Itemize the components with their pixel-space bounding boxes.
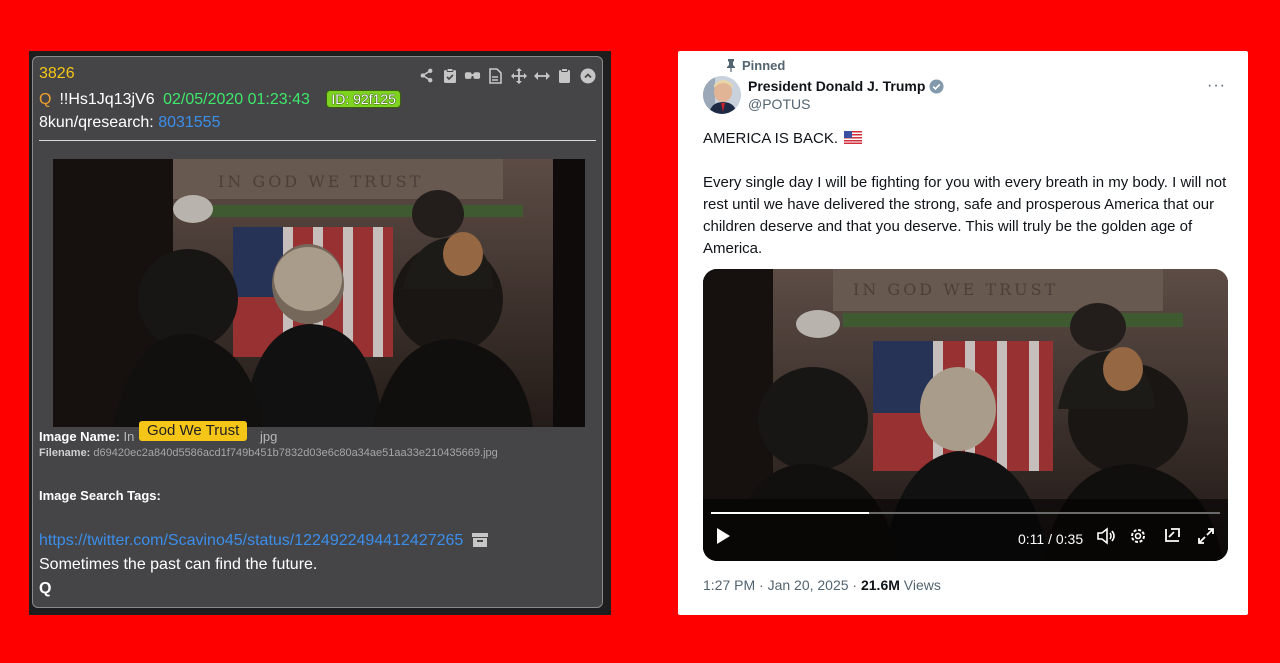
tweet-headline: AMERICA IS BACK. <box>703 130 839 147</box>
archive-icon[interactable] <box>472 533 488 547</box>
author-name[interactable]: President Donald J. Trump <box>748 78 925 94</box>
more-options-icon[interactable]: ··· <box>1207 77 1226 95</box>
divider <box>39 140 596 141</box>
q-post-header: Q !!Hs1Jq13jV6 02/05/2020 01:23:43 ID: 92… <box>39 90 401 109</box>
tweet-line-1: AMERICA IS BACK. <box>703 128 1233 150</box>
share-icon[interactable] <box>418 67 435 84</box>
clipboard-icon[interactable] <box>556 67 573 84</box>
post-id-badge[interactable]: ID: 92f125 <box>326 90 401 108</box>
q-post-toolbar <box>418 67 596 84</box>
post-message: Sometimes the past can find the future. <box>39 556 318 573</box>
video-progress-fill <box>711 512 869 514</box>
author-handle[interactable]: @POTUS <box>748 96 810 112</box>
glasses-icon[interactable] <box>464 67 481 84</box>
tweet-text: AMERICA IS BACK. Every single day I will… <box>703 128 1233 282</box>
video-time: 0:11 / 0:35 <box>1018 531 1084 547</box>
q-post-card: 3826 Q !!Hs1Jq13jV6 02/05/2020 01:23:43 I… <box>32 56 603 608</box>
fullscreen-icon[interactable] <box>1197 527 1215 550</box>
play-icon[interactable] <box>715 527 731 550</box>
video-progress-bar[interactable] <box>711 512 1220 514</box>
filename-line: Filename: d69420ec2a840d5586acd1f749b451… <box>39 447 498 459</box>
tweet-card: Pinned President Donald J. Trump @POTUS … <box>678 51 1248 615</box>
views-count: 21.6M <box>860 577 900 593</box>
document-icon[interactable] <box>487 67 504 84</box>
filename-label: Filename: <box>39 447 91 459</box>
settings-gear-icon[interactable] <box>1129 527 1147 550</box>
board-name: 8kun/qresearch: <box>39 114 154 131</box>
picture-in-picture-icon[interactable] <box>1163 527 1181 550</box>
views-label: Views <box>899 577 941 593</box>
volume-icon[interactable] <box>1096 527 1116 550</box>
tripcode: !!Hs1Jq13jV6 <box>59 91 155 108</box>
video-player[interactable]: IN GOD WE TRUST 0:11 / <box>703 269 1228 561</box>
image-name-prefix: In <box>123 429 135 444</box>
move-icon[interactable] <box>510 67 527 84</box>
post-number-link[interactable]: 8031555 <box>158 114 220 131</box>
pinned-label: Pinned <box>742 58 786 73</box>
clipboard-check-icon[interactable] <box>441 67 458 84</box>
post-datetime: 02/05/2020 01:23:43 <box>163 91 310 108</box>
twitter-link[interactable]: https://twitter.com/Scavino45/status/122… <box>39 532 463 550</box>
q-post-number: 3826 <box>39 65 75 82</box>
us-flag-icon <box>844 131 863 144</box>
tweet-body: Every single day I will be fighting for … <box>703 174 1227 257</box>
avatar[interactable] <box>703 76 741 114</box>
image-search-tags-label: Image Search Tags: <box>39 488 161 503</box>
pinned-indicator: Pinned <box>726 58 785 73</box>
filename-value: d69420ec2a840d5586acd1f749b451b7832d03e6… <box>93 447 498 459</box>
author-name-line[interactable]: President Donald J. Trump <box>748 78 944 94</box>
close-circle-icon[interactable] <box>579 67 596 84</box>
image-name-label: Image Name: <box>39 429 120 444</box>
resize-icon[interactable] <box>533 67 550 84</box>
q-post-board-line: 8kun/qresearch: 8031555 <box>39 114 220 132</box>
pin-icon <box>727 59 735 72</box>
image-name-suffix: jpg <box>260 429 278 444</box>
image-name-highlight: God We Trust <box>139 421 248 441</box>
post-signature: Q <box>39 580 52 597</box>
verified-badge-icon <box>929 78 944 94</box>
tweet-timestamp[interactable]: 1:27 PM · Jan 20, 2025 · <box>703 577 861 593</box>
tweet-meta: 1:27 PM · Jan 20, 2025 · 21.6M Views <box>703 577 941 593</box>
q-label: Q <box>39 91 52 108</box>
post-image[interactable]: IN GOD WE TRUST <box>53 159 585 427</box>
